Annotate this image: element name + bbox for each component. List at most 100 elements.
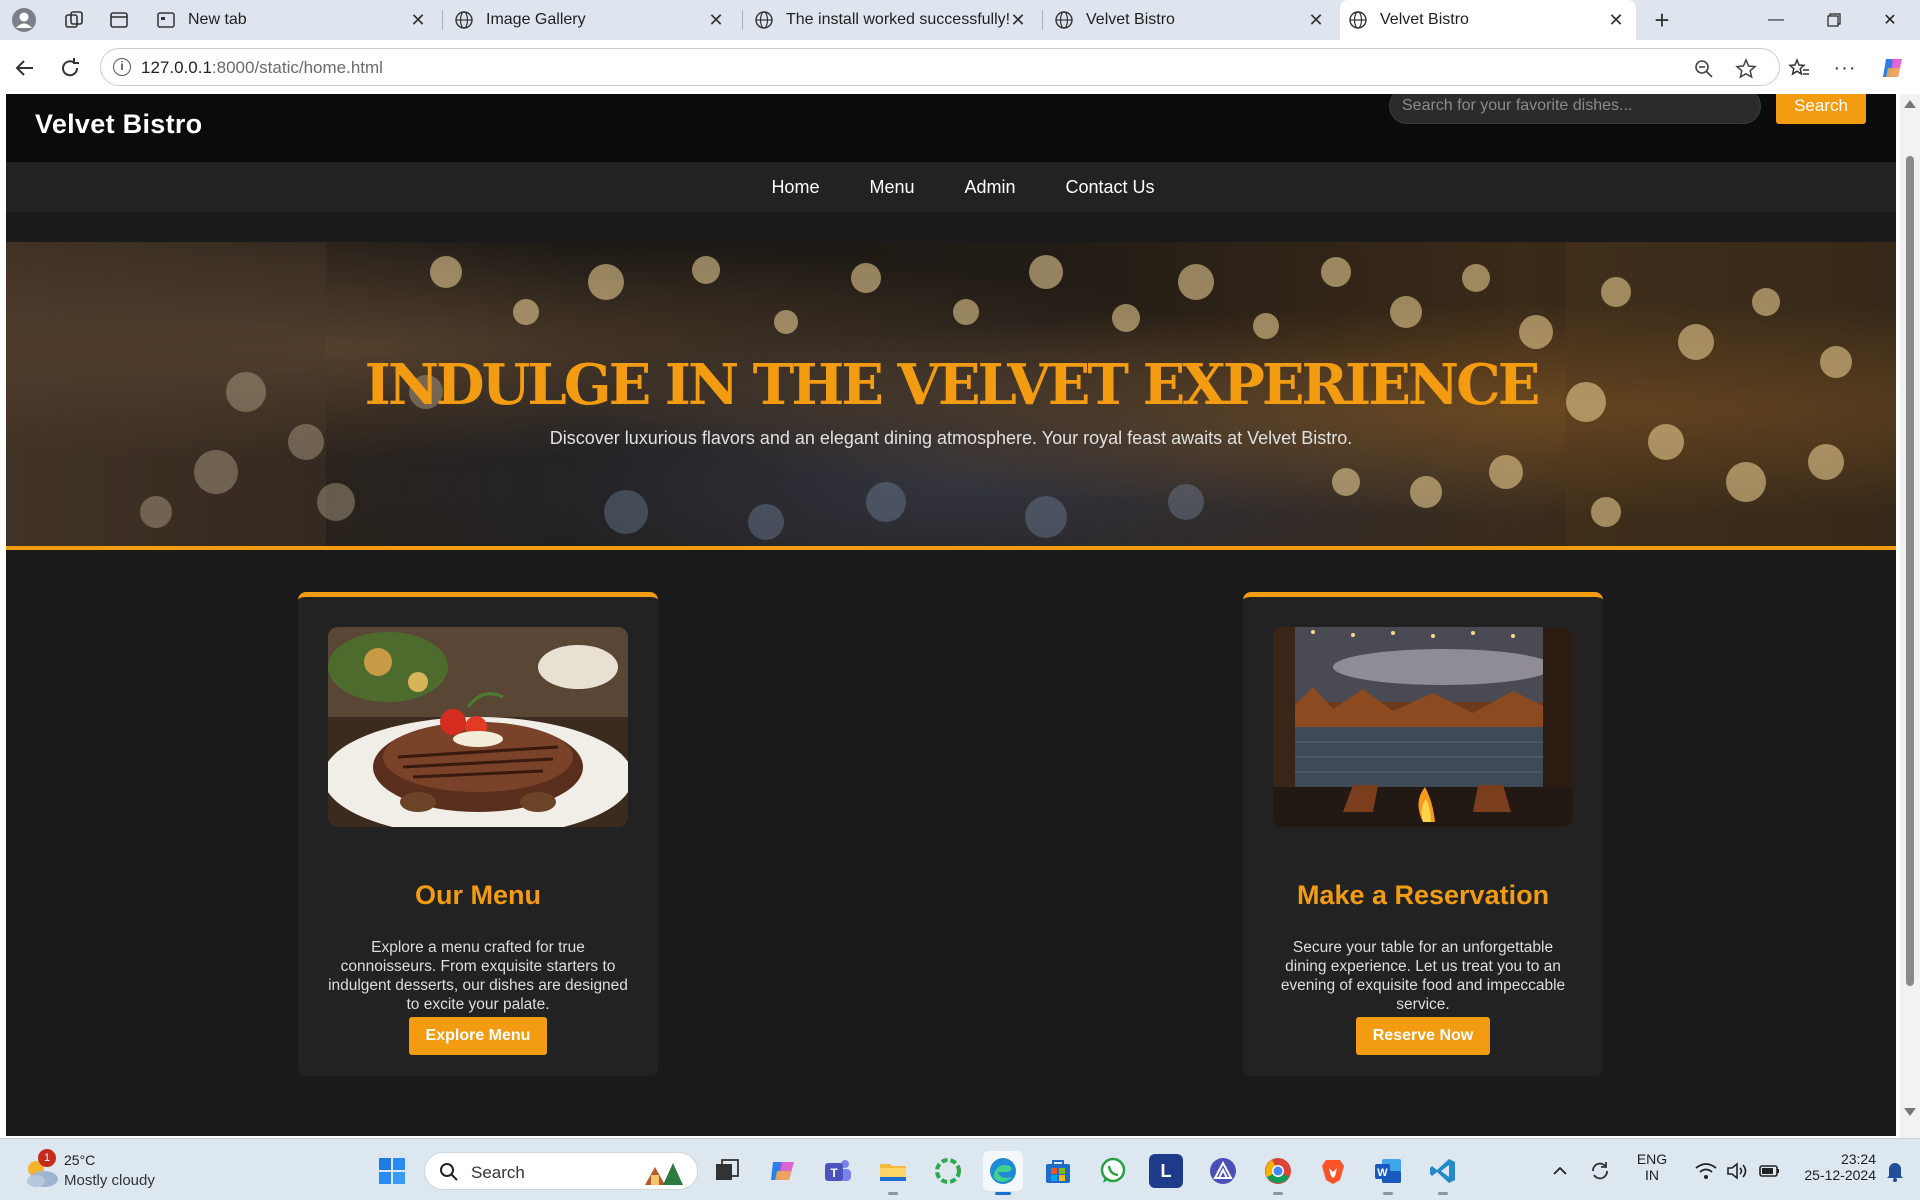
microsoft-store-icon[interactable] xyxy=(1038,1151,1078,1191)
wifi-icon xyxy=(1695,1163,1717,1179)
close-tab-icon[interactable]: ✕ xyxy=(1008,10,1028,30)
ring-app-icon[interactable] xyxy=(928,1151,968,1191)
tab-image-gallery[interactable]: Image Gallery ✕ xyxy=(446,0,736,40)
weather-notification-badge: 1 xyxy=(38,1149,56,1167)
taskbar-search-label: Search xyxy=(471,1163,525,1182)
lakeside-bonfire-image xyxy=(1273,627,1573,827)
clock-time: 23:24 xyxy=(1840,1151,1876,1167)
globe-icon xyxy=(755,11,773,29)
sync-icon[interactable] xyxy=(1582,1151,1618,1191)
active-indicator xyxy=(995,1192,1011,1195)
close-tab-icon[interactable]: ✕ xyxy=(408,10,428,30)
browser-toolbar: i 127.0.0.1:8000/static/home.html ··· xyxy=(0,40,1920,94)
zoom-out-icon[interactable] xyxy=(1691,56,1717,82)
vpn-app-icon[interactable] xyxy=(1203,1151,1243,1191)
tab-django-install[interactable]: The install worked successfully! Co ✕ xyxy=(746,0,1038,40)
close-tab-icon[interactable]: ✕ xyxy=(1306,10,1326,30)
task-view-icon[interactable] xyxy=(707,1151,747,1191)
nav-menu[interactable]: Menu xyxy=(869,177,914,198)
tab-actions-icon[interactable] xyxy=(105,6,133,34)
clock[interactable]: 23:24 25-12-2024 xyxy=(1782,1151,1876,1183)
search-button[interactable]: Search xyxy=(1776,94,1866,124)
globe-icon xyxy=(1055,11,1073,29)
copilot-icon[interactable] xyxy=(1878,53,1908,83)
globe-icon xyxy=(1349,11,1367,29)
language-code: ENG xyxy=(1636,1151,1668,1167)
windows-taskbar: 1 25°C Mostly cloudy Search T L W ENG IN… xyxy=(0,1138,1920,1200)
weather-condition: Mostly cloudy xyxy=(64,1172,155,1189)
tab-new-tab[interactable]: New tab ✕ xyxy=(148,0,438,40)
restore-window-icon[interactable] xyxy=(1806,0,1862,40)
word-icon[interactable]: W xyxy=(1368,1151,1408,1195)
show-hidden-icons-chevron-icon[interactable] xyxy=(1542,1151,1578,1191)
close-tab-icon[interactable]: ✕ xyxy=(706,10,726,30)
site-info-icon[interactable]: i xyxy=(113,58,131,76)
whatsapp-icon[interactable] xyxy=(1093,1151,1133,1191)
tab-title: The install worked successfully! Co xyxy=(786,11,1011,28)
browser-tab-strip: New tab ✕ Image Gallery ✕ The install wo… xyxy=(0,0,1920,40)
page-scrollbar[interactable] xyxy=(1900,94,1920,1138)
reservation-card: Make a Reservation Secure your table for… xyxy=(1243,592,1603,1076)
velvet-bistro-page: Velvet Bistro Search Home Menu Admin Con… xyxy=(6,94,1896,1136)
scroll-down-arrow-icon[interactable] xyxy=(1904,1108,1916,1116)
chrome-icon[interactable] xyxy=(1258,1151,1298,1195)
nav-contact-us[interactable]: Contact Us xyxy=(1066,177,1155,198)
file-explorer-icon[interactable] xyxy=(873,1151,913,1195)
volume-icon xyxy=(1727,1162,1747,1180)
reserve-now-button[interactable]: Reserve Now xyxy=(1356,1017,1490,1055)
explore-menu-button[interactable]: Explore Menu xyxy=(409,1017,547,1055)
clock-date: 25-12-2024 xyxy=(1804,1167,1876,1183)
tab-separator xyxy=(742,10,743,30)
tab-velvet-bistro[interactable]: Velvet Bistro ✕ xyxy=(1046,0,1336,40)
workspaces-icon[interactable] xyxy=(60,6,88,34)
running-indicator xyxy=(888,1192,898,1195)
vscode-icon[interactable] xyxy=(1423,1151,1463,1195)
scrollbar-thumb[interactable] xyxy=(1906,156,1914,986)
favorite-star-icon[interactable] xyxy=(1733,56,1759,82)
notification-bell-icon[interactable] xyxy=(1880,1151,1910,1191)
tab-separator xyxy=(1042,10,1043,30)
taskbar-search-box[interactable]: Search xyxy=(424,1152,698,1190)
profile-icon[interactable] xyxy=(10,6,38,34)
tab-title: Velvet Bistro xyxy=(1380,11,1469,28)
reload-icon[interactable] xyxy=(55,53,85,83)
svg-text:W: W xyxy=(1377,1167,1388,1179)
search-highlight-icon xyxy=(645,1163,683,1185)
weather-widget[interactable]: 1 25°C Mostly cloudy xyxy=(22,1149,172,1191)
nav-home[interactable]: Home xyxy=(771,177,819,198)
reservation-card-text: Secure your table for an unforgettable d… xyxy=(1280,939,1566,1013)
tab-separator xyxy=(442,10,443,30)
minimize-window-icon[interactable]: — xyxy=(1748,0,1804,40)
input-language-indicator[interactable]: ENG IN xyxy=(1630,1151,1674,1183)
teams-icon[interactable]: T xyxy=(818,1151,858,1191)
menu-card: Our Menu Explore a menu crafted for true… xyxy=(298,592,658,1076)
back-arrow-icon[interactable] xyxy=(10,53,40,83)
brave-icon[interactable] xyxy=(1313,1151,1353,1191)
address-bar[interactable]: i 127.0.0.1:8000/static/home.html xyxy=(100,48,1780,86)
hero-banner: INDULGE IN THE VELVET EXPERIENCE Discove… xyxy=(6,242,1896,550)
scroll-up-arrow-icon[interactable] xyxy=(1904,100,1916,108)
edge-browser-icon[interactable] xyxy=(983,1151,1023,1195)
page-viewport: Velvet Bistro Search Home Menu Admin Con… xyxy=(0,94,1920,1138)
tab-title: New tab xyxy=(188,11,247,28)
more-options-icon[interactable]: ··· xyxy=(1830,53,1860,83)
close-tab-icon[interactable]: ✕ xyxy=(1606,10,1626,30)
dish-search-input[interactable] xyxy=(1389,94,1761,124)
nav-admin[interactable]: Admin xyxy=(964,177,1015,198)
svg-text:T: T xyxy=(830,1166,838,1180)
steak-dish-image xyxy=(328,627,628,827)
tab-title: Velvet Bistro xyxy=(1086,11,1175,28)
hero-title: INDULGE IN THE VELVET EXPERIENCE xyxy=(364,352,1541,418)
running-indicator xyxy=(1438,1192,1448,1195)
search-icon xyxy=(440,1163,458,1181)
copilot-app-icon[interactable] xyxy=(763,1151,803,1191)
favorites-icon[interactable] xyxy=(1784,53,1814,83)
tab-velvet-bistro-active[interactable]: Velvet Bistro ✕ xyxy=(1340,0,1636,40)
l-app-icon[interactable]: L xyxy=(1149,1154,1183,1188)
url-path: :8000/static/home.html xyxy=(211,58,383,77)
site-logo[interactable]: Velvet Bistro xyxy=(35,109,202,140)
start-windows-icon[interactable] xyxy=(372,1151,412,1191)
new-tab-plus-icon[interactable]: + xyxy=(1648,5,1676,35)
system-status-area[interactable] xyxy=(1682,1151,1794,1191)
close-window-icon[interactable]: ✕ xyxy=(1862,0,1918,40)
